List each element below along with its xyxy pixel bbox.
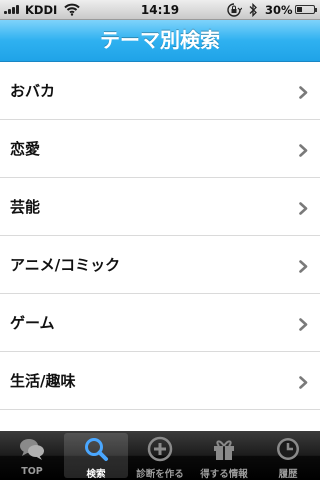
tab-gift[interactable]: 得する情報 bbox=[192, 431, 256, 480]
list-item[interactable]: ゲーム bbox=[0, 294, 320, 352]
chevron-right-icon bbox=[299, 200, 308, 219]
chevron-right-icon bbox=[299, 142, 308, 161]
list-item[interactable]: 生活/趣味 bbox=[0, 352, 320, 410]
theme-list: おバカ恋愛芸能アニメ/コミック ゲーム生活/趣味 bbox=[0, 62, 320, 432]
chevron-right-icon bbox=[299, 84, 308, 103]
tab-label: 検索 bbox=[86, 469, 106, 480]
list-item-label: おバカ bbox=[10, 82, 56, 100]
status-bar: KDDI 14:19 30% bbox=[0, 0, 320, 20]
tab-bar: TOP 検索 診断を作る 得する情報 履歴 bbox=[0, 431, 320, 480]
tab-label: TOP bbox=[21, 466, 43, 477]
tab-label: 得する情報 bbox=[200, 469, 248, 480]
list-item[interactable]: アニメ/コミック bbox=[0, 236, 320, 294]
list-item[interactable] bbox=[0, 410, 320, 432]
chevron-right-icon bbox=[299, 374, 308, 393]
list-item-label: 芸能 bbox=[10, 198, 41, 216]
plus-circle-icon bbox=[147, 436, 173, 462]
tab-label: 履歴 bbox=[278, 469, 298, 480]
page-title: テーマ別検索 bbox=[100, 28, 220, 52]
list-item-label: 生活/趣味 bbox=[10, 372, 76, 390]
list-item[interactable]: 恋愛 bbox=[0, 120, 320, 178]
search-icon bbox=[83, 436, 109, 462]
list-item-label: ゲーム bbox=[10, 314, 55, 332]
gift-icon bbox=[211, 436, 237, 462]
rotation-lock-icon bbox=[226, 3, 243, 20]
chevron-right-icon bbox=[299, 316, 308, 335]
chevron-right-icon bbox=[299, 258, 308, 277]
list-item-label: アニメ/コミック bbox=[10, 256, 121, 274]
navigation-bar: テーマ別検索 bbox=[0, 20, 320, 62]
tab-search[interactable]: 検索 bbox=[64, 433, 128, 480]
bluetooth-icon bbox=[248, 2, 258, 20]
chat-bubbles-icon bbox=[19, 436, 45, 462]
clock-icon bbox=[275, 436, 301, 462]
tab-label: 診断を作る bbox=[136, 469, 184, 480]
tab-plus-circle[interactable]: 診断を作る bbox=[128, 431, 192, 480]
battery-icon bbox=[295, 5, 317, 14]
list-item-label: 恋愛 bbox=[10, 140, 41, 158]
battery-percent: 30% bbox=[265, 3, 293, 17]
tab-chat-bubbles[interactable]: TOP bbox=[0, 431, 64, 480]
list-item[interactable]: おバカ bbox=[0, 62, 320, 120]
list-item[interactable]: 芸能 bbox=[0, 178, 320, 236]
tab-clock[interactable]: 履歴 bbox=[256, 431, 320, 480]
